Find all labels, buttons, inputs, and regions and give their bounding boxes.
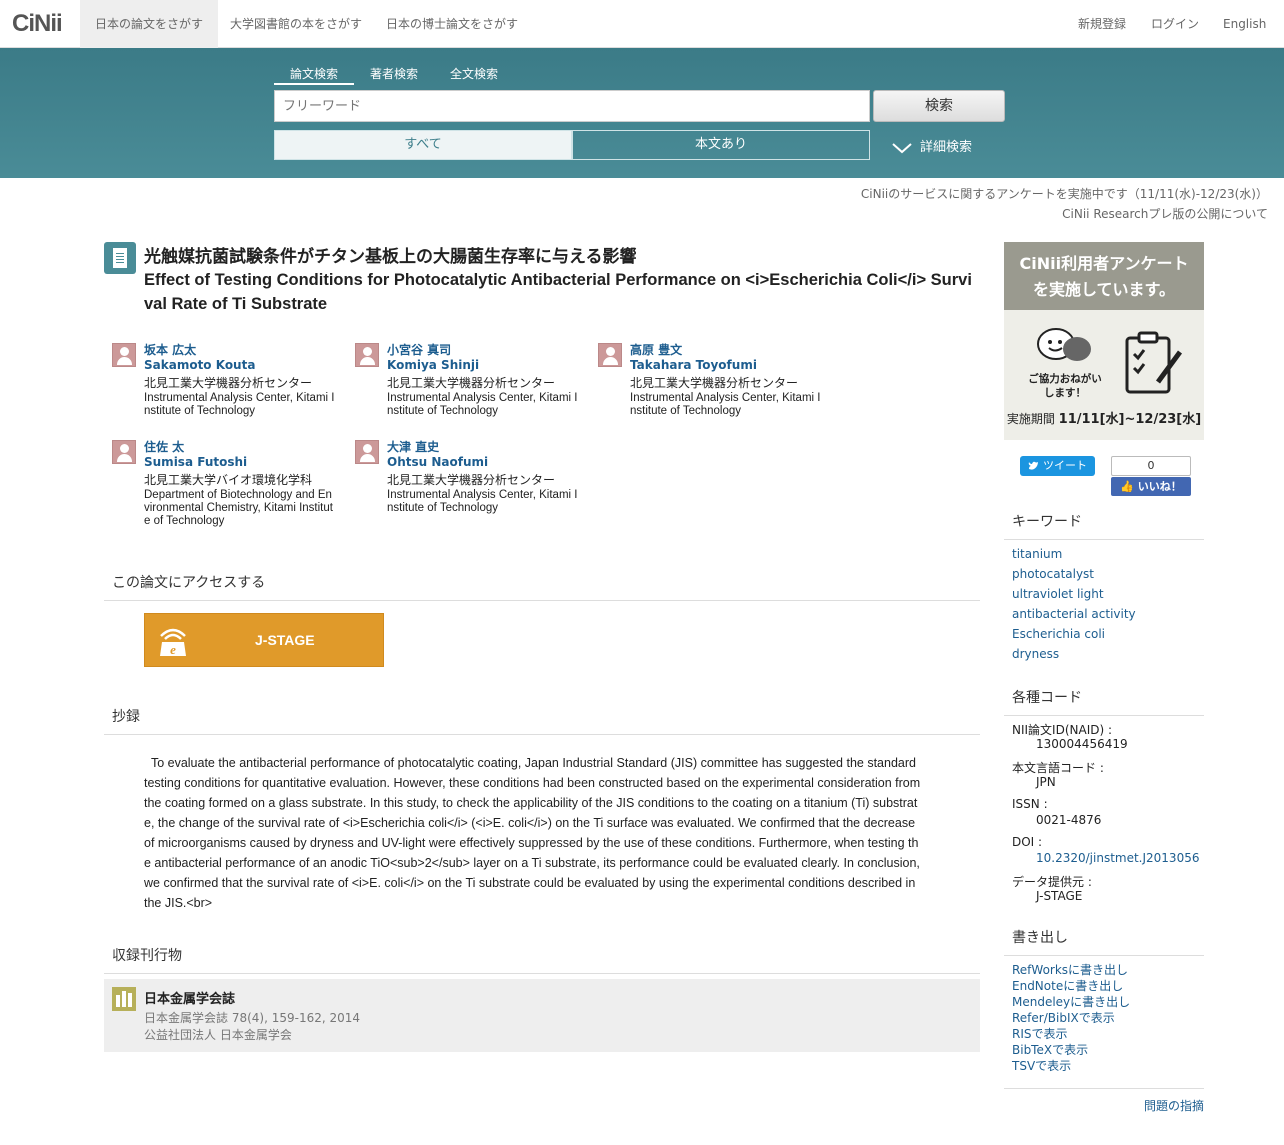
search-panel: 論文検索 著者検索 全文検索 検索 すべて 本文あり 詳細検索 xyxy=(0,48,1284,178)
keywords-heading: キーワード xyxy=(1004,511,1204,540)
survey-banner[interactable]: CiNii利用者アンケート を実施しています。 ご協力おねがい します！ 実施期間 … xyxy=(1004,242,1204,440)
export-link-mendeley[interactable]: Mendeleyに書き出し xyxy=(1012,993,1130,1010)
login-link[interactable]: ログイン xyxy=(1151,0,1199,48)
code-value: J-STAGE xyxy=(1036,889,1083,903)
tab-books[interactable]: 大学図書館の本をさがす xyxy=(215,0,377,48)
english-link[interactable]: English xyxy=(1223,0,1266,48)
chevron-down-icon xyxy=(892,142,912,153)
codes-heading: 各種コード xyxy=(1004,687,1204,716)
jstage-label: J-STAGE xyxy=(255,632,315,648)
journal-citation: 日本金属学会誌 78(4), 159-162, 2014 xyxy=(144,1011,361,1025)
sidebar-divider xyxy=(1004,1088,1204,1089)
code-key: NII論文ID(NAID) : xyxy=(1012,723,1113,737)
author-affiliation: 北見工業大学機器分析センター Instrumental Analysis Cent… xyxy=(630,376,821,418)
tab-author-search[interactable]: 著者検索 xyxy=(370,65,418,85)
author-affiliation: 北見工業大学機器分析センター Instrumental Analysis Cent… xyxy=(387,473,578,515)
like-count: 0 xyxy=(1111,456,1191,476)
author-avatar-icon xyxy=(355,440,379,464)
code-value: 0021-4876 xyxy=(1036,813,1102,827)
title-japanese: 光触媒抗菌試験条件がチタン基板上の大腸菌生存率に与える影響 xyxy=(144,247,637,267)
author-avatar-icon xyxy=(112,440,136,464)
code-key: データ提供元 : xyxy=(1012,875,1092,889)
survey-notice-link[interactable]: CiNiiのサービスに関するアンケートを実施中です（11/11(水)-12/23… xyxy=(861,185,1268,202)
export-link-refer[interactable]: Refer/BibIXで表示 xyxy=(1012,1009,1115,1026)
author-avatar-icon xyxy=(598,343,622,367)
abstract-text: To evaluate the antibacterial performanc… xyxy=(144,756,921,910)
filter-all[interactable]: すべて xyxy=(274,130,572,160)
export-link-ris[interactable]: RISで表示 xyxy=(1012,1025,1068,1042)
jstage-e-icon: e xyxy=(160,628,186,657)
author-name-link[interactable]: 大津 直史 Ohtsu Naofumi xyxy=(387,440,488,470)
author-name-link[interactable]: 高原 豊文 Takahara Toyofumi xyxy=(630,343,757,373)
journal-title-link[interactable]: 日本金属学会誌 xyxy=(144,988,235,1007)
advanced-search-toggle[interactable]: 詳細検索 xyxy=(892,136,972,155)
journal-card: 日本金属学会誌 日本金属学会誌 78(4), 159-162, 2014 公益社… xyxy=(104,979,980,1052)
filter-fulltext[interactable]: 本文あり xyxy=(572,130,870,160)
code-key: 本文言語コード : xyxy=(1012,761,1104,775)
like-button[interactable]: 👍 いいね！ xyxy=(1111,477,1191,496)
export-heading: 書き出し xyxy=(1004,927,1204,956)
code-key: DOI : xyxy=(1012,835,1043,849)
cinii-logo[interactable]: CiNii xyxy=(12,10,63,38)
banner-bubble-text: ご協力おねがい します！ xyxy=(1028,373,1102,399)
export-link-tsv[interactable]: TSVで表示 xyxy=(1012,1057,1071,1074)
code-key: ISSN : xyxy=(1012,797,1048,811)
author-affiliation: 北見工業大学バイオ環境化学科 Department of Biotechnolog… xyxy=(144,473,333,528)
journal-chart-icon xyxy=(112,987,136,1011)
clipboard-icon xyxy=(1125,331,1183,394)
author-affiliation: 北見工業大学機器分析センター Instrumental Analysis Cent… xyxy=(387,376,578,418)
tab-fulltext-search[interactable]: 全文検索 xyxy=(450,65,498,85)
top-navbar: CiNii 日本の論文をさがす 大学図書館の本をさがす 日本の博士論文をさがす … xyxy=(0,0,1284,48)
author-affiliation: 北見工業大学機器分析センター Instrumental Analysis Cent… xyxy=(144,376,335,418)
keyword-link[interactable]: photocatalyst xyxy=(1012,567,1094,581)
banner-period: 実施期間 11/11[水]~12/23[水] xyxy=(1006,412,1202,427)
search-button[interactable]: 検索 xyxy=(873,90,1005,122)
banner-title: CiNii利用者アンケート を実施しています。 xyxy=(1004,242,1204,310)
journal-heading: 収録刊行物 xyxy=(104,945,980,974)
speech-bubbles-icon xyxy=(1037,328,1091,361)
export-link-bibtex[interactable]: BibTeXで表示 xyxy=(1012,1041,1088,1058)
jstage-button[interactable]: e J-STAGE xyxy=(144,613,384,667)
author-name-link[interactable]: 小宮谷 真司 Komiya Shinji xyxy=(387,343,479,373)
keyword-link[interactable]: titanium xyxy=(1012,547,1062,561)
tab-articles[interactable]: 日本の論文をさがす xyxy=(80,0,219,48)
advanced-search-label: 詳細検索 xyxy=(920,140,973,155)
article-icon xyxy=(104,242,136,274)
svg-text:e: e xyxy=(170,642,176,657)
author-avatar-icon xyxy=(112,343,136,367)
title-english: Effect of Testing Conditions for Photoca… xyxy=(144,271,972,313)
code-value: JPN xyxy=(1036,775,1056,789)
thumbs-up-icon: 👍 xyxy=(1120,480,1134,493)
author-name-link[interactable]: 坂本 広太 Sakamoto Kouta xyxy=(144,343,255,373)
access-heading: この論文にアクセスする xyxy=(104,572,980,601)
tab-article-search[interactable]: 論文検索 xyxy=(274,65,355,85)
research-notice-link[interactable]: CiNii Researchプレ版の公開について xyxy=(1062,205,1268,222)
keyword-link[interactable]: Escherichia coli xyxy=(1012,627,1105,641)
tweet-button[interactable]: ツイート xyxy=(1020,456,1095,476)
author-name-link[interactable]: 住佐 太 Sumisa Futoshi xyxy=(144,440,247,470)
search-input[interactable] xyxy=(274,90,870,122)
code-value: 130004456419 xyxy=(1036,737,1128,751)
report-issue-link[interactable]: 問題の指摘 xyxy=(1144,1097,1204,1114)
journal-publisher: 公益社団法人 日本金属学会 xyxy=(144,1028,292,1042)
register-link[interactable]: 新規登録 xyxy=(1078,0,1126,48)
keyword-link[interactable]: dryness xyxy=(1012,647,1059,661)
keyword-link[interactable]: ultraviolet light xyxy=(1012,587,1104,601)
author-avatar-icon xyxy=(355,343,379,367)
export-link-refworks[interactable]: RefWorksに書き出し xyxy=(1012,961,1128,978)
tab-dissertations[interactable]: 日本の博士論文をさがす xyxy=(371,0,533,48)
doi-link[interactable]: 10.2320/jinstmet.J2013056 xyxy=(1036,851,1199,865)
export-link-endnote[interactable]: EndNoteに書き出し xyxy=(1012,977,1123,994)
keyword-link[interactable]: antibacterial activity xyxy=(1012,607,1136,621)
abstract-heading: 抄録 xyxy=(104,706,980,735)
twitter-bird-icon xyxy=(1028,461,1038,470)
